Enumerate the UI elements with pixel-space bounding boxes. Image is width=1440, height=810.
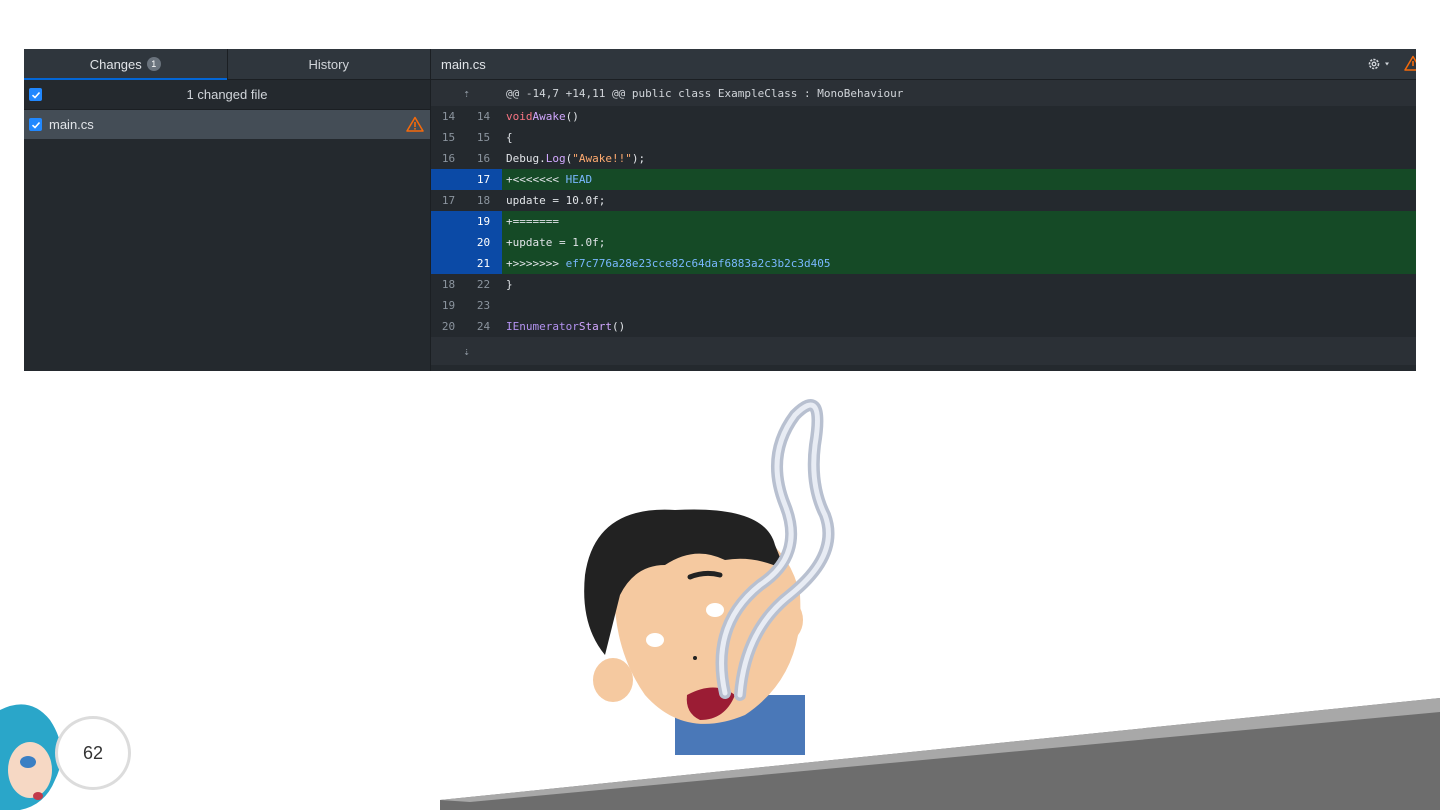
expand-up-gutter[interactable]: ⇡: [431, 80, 502, 106]
expand-down-gutter[interactable]: ⇣: [431, 337, 502, 365]
old-line-number: [431, 211, 466, 232]
diff-line-added[interactable]: 20 + update = 1.0f;: [431, 232, 1416, 253]
diff-header: main.cs: [431, 49, 1416, 80]
conflict-warning-icon: [1404, 55, 1416, 71]
diff-line: 16 16 Debug. Log("Awake!!");: [431, 148, 1416, 169]
old-line-number: [431, 232, 466, 253]
gear-icon[interactable]: [1366, 55, 1394, 73]
new-line-number: 14: [476, 110, 491, 123]
new-line-number: 19: [476, 215, 491, 228]
changed-files-header: 1 changed file: [24, 80, 430, 110]
expand-down-icon[interactable]: ⇣: [431, 337, 502, 365]
code-text: +<<<<<<< HEAD: [502, 169, 1416, 190]
new-line-number: 24: [476, 320, 491, 333]
code-text: +>>>>>>> ef7c776a28e23cce82c64daf6883a2c…: [502, 253, 1416, 274]
diff-line: 17 18 update = 10.0f;: [431, 190, 1416, 211]
new-line-number: 16: [476, 152, 491, 165]
sidebar-tabs: Changes 1 History: [24, 49, 430, 80]
diff-file-name: main.cs: [441, 56, 486, 72]
new-line-number: 15: [476, 131, 491, 144]
old-line-number: 18: [441, 278, 456, 291]
expand-down-row: ⇣: [431, 337, 1416, 365]
old-line-number: 19: [441, 299, 456, 312]
changes-count-badge: 1: [146, 57, 161, 71]
page-number: 62: [82, 742, 104, 763]
diff-line: 14 14 void Awake(): [431, 106, 1416, 127]
code-text: }: [502, 274, 1416, 295]
conflict-warning-icon: [406, 116, 424, 132]
diff-line-added[interactable]: 19 +=======: [431, 211, 1416, 232]
new-line-number: 21: [476, 257, 491, 270]
expand-up-icon[interactable]: ⇡: [431, 80, 502, 106]
changed-files-count-label: 1 changed file: [186, 87, 268, 102]
code-text: {: [502, 127, 1416, 148]
github-desktop-window: Changes 1 History 1 changed file main.cs: [24, 49, 1416, 371]
changes-sidebar: Changes 1 History 1 changed file main.cs: [24, 49, 431, 371]
exhausted-man-illustration: [584, 399, 835, 755]
code-text: update = 10.0f;: [502, 190, 1416, 211]
new-line-number: 22: [476, 278, 491, 291]
new-line-number: 18: [476, 194, 491, 207]
code-text: [502, 295, 1416, 316]
code-text: void Awake(): [502, 106, 1416, 127]
code-text: IEnumerator Start(): [502, 316, 1416, 337]
old-line-number: [431, 169, 466, 190]
diff-line: 20 24 IEnumerator Start(): [431, 316, 1416, 337]
old-line-number: [431, 253, 466, 274]
diff-line: 15 15 {: [431, 127, 1416, 148]
code-text: +=======: [502, 211, 1416, 232]
old-line-number: 15: [441, 131, 456, 144]
tab-changes[interactable]: Changes 1: [24, 49, 227, 80]
checkmark-icon: [31, 121, 40, 129]
page-number-badge: 62: [55, 716, 131, 790]
file-name: main.cs: [49, 117, 94, 132]
old-line-number: 17: [441, 194, 456, 207]
tab-history[interactable]: History: [226, 49, 431, 79]
diff-line: 19 23: [431, 295, 1416, 316]
diff-view: ⇡ @@ -14,7 +14,11 @@ public class Exampl…: [431, 80, 1416, 371]
old-line-number: 14: [441, 110, 456, 123]
hunk-header-row: ⇡ @@ -14,7 +14,11 @@ public class Exampl…: [431, 80, 1416, 106]
file-checkbox[interactable]: [29, 118, 42, 131]
diff-panel: main.cs ⇡ @@ -14,7 +14,11 @@ public clas…: [431, 49, 1416, 371]
code-text: Debug. Log("Awake!!");: [502, 148, 1416, 169]
new-line-number: 23: [476, 299, 491, 312]
new-line-number: 17: [476, 173, 491, 186]
diff-line-added[interactable]: 17 +<<<<<<< HEAD: [431, 169, 1416, 190]
old-line-number: 20: [441, 320, 456, 333]
file-list-item[interactable]: main.cs: [24, 110, 430, 139]
diff-line-added[interactable]: 21 +>>>>>>> ef7c776a28e23cce82c64daf6883…: [431, 253, 1416, 274]
old-line-number: 16: [441, 152, 456, 165]
tab-history-label: History: [308, 56, 349, 72]
diff-line: 18 22 }: [431, 274, 1416, 295]
tab-changes-label: Changes: [89, 56, 142, 72]
hunk-header: @@ -14,7 +14,11 @@ public class ExampleC…: [506, 86, 904, 100]
new-line-number: 20: [476, 236, 491, 249]
code-text: + update = 1.0f;: [502, 232, 1416, 253]
